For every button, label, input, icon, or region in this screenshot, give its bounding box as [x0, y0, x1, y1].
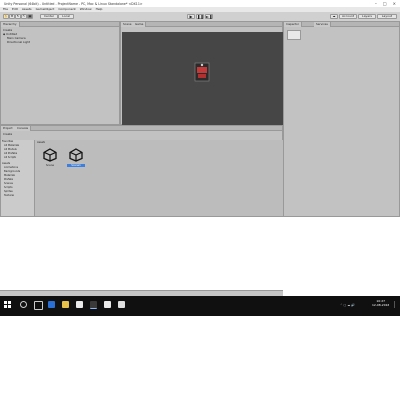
- folder-tree: Favorites All Materials All Models All P…: [1, 140, 35, 216]
- breadcrumb[interactable]: Assets: [37, 141, 45, 144]
- edge-icon[interactable]: [48, 301, 55, 308]
- tab-game[interactable]: Game: [133, 22, 147, 27]
- layout-dropdown[interactable]: Layout: [377, 14, 397, 19]
- sprite-object[interactable]: [194, 62, 210, 82]
- play-button[interactable]: ▶: [187, 14, 195, 19]
- asset-grid: Assets Scene Scene1: [35, 140, 283, 216]
- tree-item-assets[interactable]: Assets: [2, 162, 10, 165]
- tree-item[interactable]: Textures: [4, 194, 14, 197]
- tree-item[interactable]: Scripts: [4, 186, 13, 189]
- clock-date: 12-08-2016: [372, 303, 390, 307]
- hierarchy-panel: Hierarchy Create ◆ Untitled Main Camera …: [0, 21, 120, 125]
- task-view-icon[interactable]: [34, 301, 43, 310]
- clock[interactable]: 10:27 12-08-2016: [372, 299, 389, 307]
- tree-item[interactable]: Prefabs: [4, 178, 13, 181]
- window-title: Unity Personal (64bit) - Untitled - Proj…: [4, 2, 143, 6]
- hand-icon: ✋: [4, 14, 8, 18]
- store-icon[interactable]: [76, 301, 83, 308]
- close-icon[interactable]: ×: [393, 1, 396, 6]
- tree-item[interactable]: Scenes: [4, 182, 13, 185]
- step-button[interactable]: ►❚: [205, 14, 213, 19]
- notifications-icon[interactable]: [394, 301, 399, 308]
- cloud-button[interactable]: ☁: [330, 14, 338, 19]
- tray-icons[interactable]: ⌃ ▢ ☁ 🔊: [340, 303, 355, 307]
- app-icon[interactable]: [104, 301, 111, 308]
- project-create-button[interactable]: Create: [3, 132, 12, 136]
- tree-item[interactable]: Animations: [4, 166, 18, 169]
- file-explorer-icon[interactable]: [62, 301, 69, 308]
- search-icon[interactable]: [20, 301, 27, 308]
- cloud-icon: ☁: [332, 14, 336, 18]
- unity-scene-icon: ◆: [3, 32, 6, 36]
- tree-item-favorites[interactable]: Favorites: [2, 140, 13, 143]
- scene-tabbar: Scene Game: [121, 22, 282, 27]
- unity-logo-icon: [69, 148, 83, 162]
- minimize-icon[interactable]: –: [375, 1, 377, 6]
- asset-label-selected: Scene1: [67, 164, 85, 167]
- maximize-icon[interactable]: □: [383, 1, 387, 6]
- pivot-local-button[interactable]: Local: [58, 14, 74, 19]
- tree-item[interactable]: All Scripts: [4, 156, 16, 159]
- unity-taskbar-icon[interactable]: [90, 301, 97, 309]
- tab-project[interactable]: Project: [1, 126, 16, 131]
- tree-item[interactable]: Sprites: [4, 190, 13, 193]
- pause-icon: ❚❚: [197, 14, 204, 19]
- rotate-icon: ↻: [16, 14, 20, 18]
- inspector-tabbar: Inspector Services: [284, 22, 399, 27]
- rect-tool-button[interactable]: ▣: [27, 14, 33, 19]
- project-panel: Project Console Create Favorites All Mat…: [0, 125, 283, 217]
- tab-inspector[interactable]: Inspector: [284, 22, 303, 27]
- window-controls: – □ ×: [375, 1, 396, 6]
- tree-item[interactable]: Backgrounds: [4, 170, 20, 173]
- scale-icon: ⇱: [22, 14, 26, 18]
- tree-item[interactable]: All Materials: [4, 144, 19, 147]
- play-icon: ▶: [189, 14, 193, 19]
- tree-item[interactable]: All Prefabs: [4, 152, 17, 155]
- step-icon: ►❚: [206, 14, 213, 19]
- pivot-center-button[interactable]: Center: [40, 14, 58, 19]
- layers-dropdown[interactable]: Layers: [358, 14, 376, 19]
- tree-item[interactable]: Materials: [4, 174, 15, 177]
- pause-button[interactable]: ❚❚: [196, 14, 204, 19]
- asset-item-selected[interactable]: Scene1: [67, 148, 85, 167]
- account-dropdown[interactable]: Account: [339, 14, 357, 19]
- hierarchy-tabbar: Hierarchy: [1, 22, 119, 27]
- tab-console[interactable]: Console: [15, 126, 32, 131]
- scene-panel: Scene Game: [120, 21, 283, 125]
- start-button[interactable]: [4, 301, 11, 308]
- scene-viewport[interactable]: [122, 32, 283, 125]
- unity-logo-icon: [43, 148, 57, 162]
- move-icon: ✥: [10, 14, 14, 18]
- asset-item[interactable]: Scene: [41, 148, 59, 167]
- asset-label: Scene: [46, 164, 54, 167]
- inspector-panel: Inspector Services: [283, 21, 400, 217]
- tab-services[interactable]: Services: [314, 22, 331, 27]
- tab-hierarchy[interactable]: Hierarchy: [1, 22, 20, 27]
- windows-icon: [4, 301, 11, 308]
- inspector-object-icon: [287, 30, 301, 40]
- taskbar: ⌃ ▢ ☁ 🔊 10:27 12-08-2016: [0, 296, 400, 316]
- rect-icon: ▣: [28, 14, 32, 18]
- tree-item[interactable]: All Models: [4, 148, 17, 151]
- app-icon-2[interactable]: [118, 301, 125, 308]
- hierarchy-item-directional-light[interactable]: Directional Light: [7, 40, 30, 44]
- project-tabbar: Project Console: [1, 126, 282, 131]
